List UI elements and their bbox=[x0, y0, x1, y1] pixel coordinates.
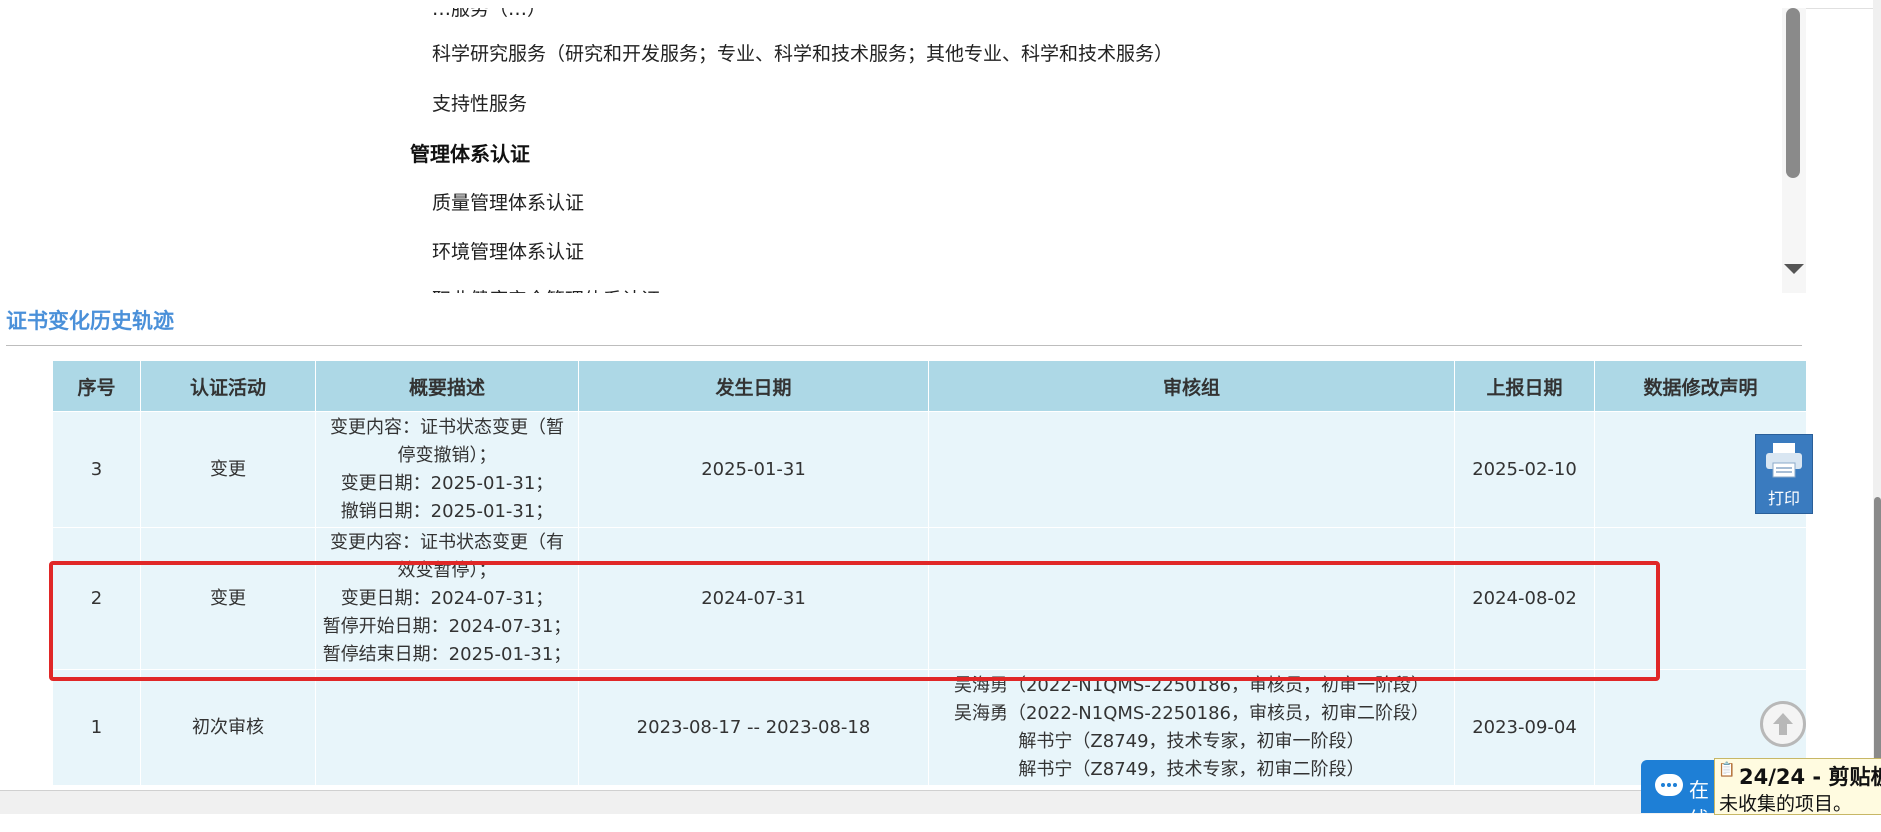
audit-team-member: 吴海勇（2022-N1QMS-2250186，审核员，初审二阶段） bbox=[953, 702, 1429, 724]
column-header-report-date: 上报日期 bbox=[1454, 360, 1595, 412]
audit-team-member: 解书宁（Z8749，技术专家，初审二阶段） bbox=[1018, 758, 1365, 780]
clipboard-text: 未收集的项目。 bbox=[1719, 793, 1853, 815]
column-header-activity: 认证活动 bbox=[140, 360, 316, 412]
clipboard-popup[interactable]: 📋 24/24 - 剪贴板 未收集的项目。 bbox=[1714, 758, 1881, 815]
cell-report-date: 2023-09-04 bbox=[1454, 669, 1595, 786]
cell-audit-team: 吴海勇（2022-N1QMS-2250186，审核员，初审一阶段） 吴海勇（20… bbox=[928, 669, 1455, 786]
summary-line: 变更内容：证书状态变更（暂 bbox=[330, 416, 564, 438]
print-button-label: 打印 bbox=[1767, 489, 1800, 508]
column-header-summary: 概要描述 bbox=[315, 360, 579, 412]
scope-item: 支持性服务 bbox=[432, 93, 528, 115]
scope-item-partial: …服务（…） bbox=[432, 8, 547, 20]
certification-scope-list: …服务（…） 科学研究服务（研究和开发服务；专业、科学和技术服务；其他专业、科学… bbox=[0, 8, 1805, 293]
highlight-annotation-box bbox=[49, 561, 1660, 681]
bottom-bar bbox=[0, 790, 1881, 814]
cell-date: 2023-08-17 -- 2023-08-18 bbox=[578, 669, 929, 786]
table-row: 1 初次审核 2023-08-17 -- 2023-08-18 吴海勇（2022… bbox=[52, 669, 1807, 786]
cell-seq: 1 bbox=[52, 669, 141, 786]
summary-line: 变更日期：2025-01-31； bbox=[340, 472, 554, 494]
summary-line: 变更内容：证书状态变更（有 bbox=[330, 531, 564, 553]
online-chat-button[interactable]: 在线 bbox=[1641, 760, 1721, 831]
cell-seq: 3 bbox=[52, 411, 141, 528]
cell-summary: 变更内容：证书状态变更（暂 停变撤销）； 变更日期：2025-01-31； 撤销… bbox=[315, 411, 579, 528]
table-row: 3 变更 变更内容：证书状态变更（暂 停变撤销）； 变更日期：2025-01-3… bbox=[52, 411, 1807, 528]
printer-icon bbox=[1766, 443, 1802, 478]
arrow-up-circle-icon bbox=[1773, 713, 1793, 735]
scope-item: 科学研究服务（研究和开发服务；专业、科学和技术服务；其他专业、科学和技术服务） bbox=[432, 43, 1174, 65]
column-header-seq: 序号 bbox=[52, 360, 141, 412]
page-scrollbar-thumb[interactable] bbox=[1874, 497, 1881, 787]
column-header-date: 发生日期 bbox=[578, 360, 929, 412]
cell-audit-team bbox=[928, 411, 1455, 528]
scroll-down-arrow-icon[interactable] bbox=[1784, 264, 1804, 274]
column-header-audit-team: 审核组 bbox=[928, 360, 1455, 412]
scope-list-scrollbar-thumb[interactable] bbox=[1786, 8, 1800, 178]
scope-category: 管理体系认证 bbox=[410, 142, 530, 166]
scope-item: 质量管理体系认证 bbox=[432, 192, 585, 214]
cell-activity: 变更 bbox=[140, 411, 316, 528]
section-divider bbox=[6, 345, 1802, 346]
audit-team-member: 解书宁（Z8749，技术专家，初审一阶段） bbox=[1018, 730, 1365, 752]
column-header-statement: 数据修改声明 bbox=[1594, 360, 1807, 412]
scope-item-partial: 职业健康安全管理体系认证 bbox=[432, 285, 660, 293]
cell-activity: 初次审核 bbox=[140, 669, 316, 786]
cell-date: 2025-01-31 bbox=[578, 411, 929, 528]
scroll-to-top-button[interactable] bbox=[1760, 701, 1806, 747]
clipboard-title: 24/24 - 剪贴板 bbox=[1739, 765, 1881, 789]
table-header-row: 序号 认证活动 概要描述 发生日期 审核组 上报日期 数据修改声明 bbox=[52, 360, 1807, 412]
cell-report-date: 2025-02-10 bbox=[1454, 411, 1595, 528]
summary-line: 撤销日期：2025-01-31； bbox=[340, 500, 554, 522]
cell-summary bbox=[315, 669, 579, 786]
chat-bubble-icon bbox=[1655, 774, 1683, 796]
print-button[interactable]: 打印 bbox=[1755, 434, 1813, 514]
clipboard-icon: 📋 bbox=[1718, 762, 1736, 778]
section-title: 证书变化历史轨迹 bbox=[6, 309, 174, 333]
scope-item: 环境管理体系认证 bbox=[432, 241, 585, 263]
summary-line: 停变撤销）； bbox=[397, 444, 497, 466]
